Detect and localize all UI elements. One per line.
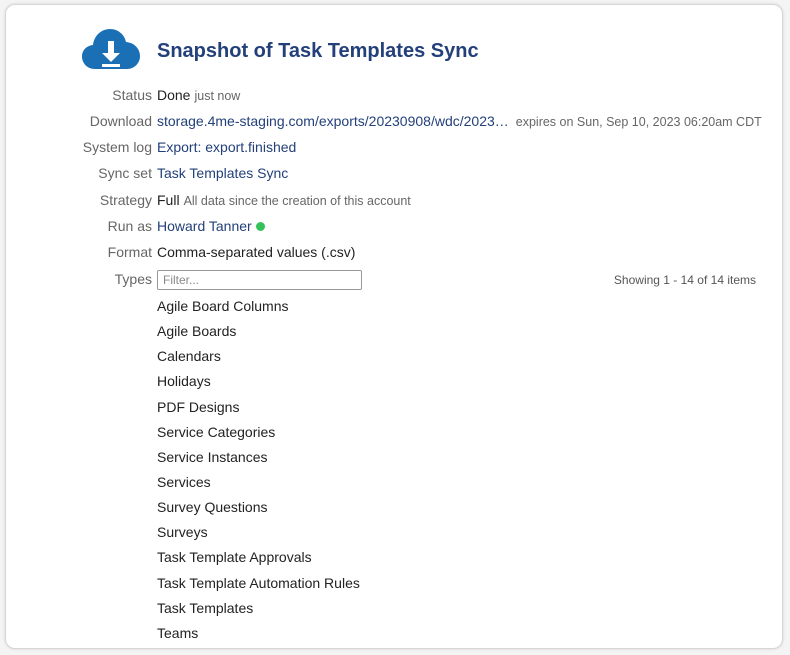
sync-set-label: Sync set bbox=[98, 165, 152, 181]
type-list-item: Teams bbox=[157, 624, 199, 641]
type-list-item: Task Templates bbox=[157, 599, 254, 616]
types-filter-input[interactable] bbox=[157, 270, 362, 290]
type-list-item: PDF Designs bbox=[157, 398, 240, 415]
page-title: Snapshot of Task Templates Sync bbox=[157, 40, 479, 62]
status-value: Done bbox=[157, 87, 191, 103]
download-expiry: expires on Sun, Sep 10, 2023 06:20am CDT bbox=[515, 115, 762, 129]
type-list-item: Holidays bbox=[157, 373, 211, 390]
strategy-label: Strategy bbox=[99, 192, 152, 208]
run-as-user-link[interactable]: Howard Tanner bbox=[157, 218, 252, 234]
type-list-item: Calendars bbox=[157, 348, 221, 365]
strategy-note: All data since the creation of this acco… bbox=[183, 194, 411, 208]
type-list-item: Task Template Automation Rules bbox=[157, 574, 360, 591]
type-list-item: Service Instances bbox=[157, 448, 268, 465]
type-list-item: Survey Questions bbox=[157, 499, 268, 516]
format-value: Comma-separated values (.csv) bbox=[157, 244, 356, 260]
types-pagination-info: Showing 1 - 14 of 14 items bbox=[613, 273, 756, 287]
type-list-item: Task Template Approvals bbox=[157, 549, 312, 566]
online-status-icon bbox=[255, 222, 265, 231]
type-list-item: Agile Boards bbox=[157, 323, 237, 340]
download-link[interactable]: storage.4me-staging.com/exports/20230908… bbox=[157, 113, 509, 129]
strategy-value: Full bbox=[157, 192, 180, 208]
type-list-item: Services bbox=[157, 473, 211, 490]
status-note: just now bbox=[194, 89, 241, 103]
status-label: Status bbox=[112, 87, 152, 103]
system-log-link[interactable]: Export: export.finished bbox=[157, 137, 296, 157]
type-list-item: Agile Board Columns bbox=[157, 298, 289, 314]
snapshot-card: Snapshot of Task Templates Sync Status D… bbox=[5, 4, 783, 649]
types-label: Types bbox=[114, 271, 152, 287]
types-list: Agile Board Columns Agile Boards Calendars… bbox=[157, 294, 360, 646]
cloud-download-icon bbox=[82, 29, 140, 69]
run-as-label: Run as bbox=[107, 218, 152, 234]
type-list-item: Surveys bbox=[157, 524, 208, 541]
sync-set-link[interactable]: Task Templates Sync bbox=[157, 163, 288, 183]
system-log-label: System log bbox=[82, 139, 152, 155]
download-label: Download bbox=[89, 113, 152, 129]
format-label: Format bbox=[107, 244, 152, 260]
type-list-item: Service Categories bbox=[157, 423, 276, 440]
